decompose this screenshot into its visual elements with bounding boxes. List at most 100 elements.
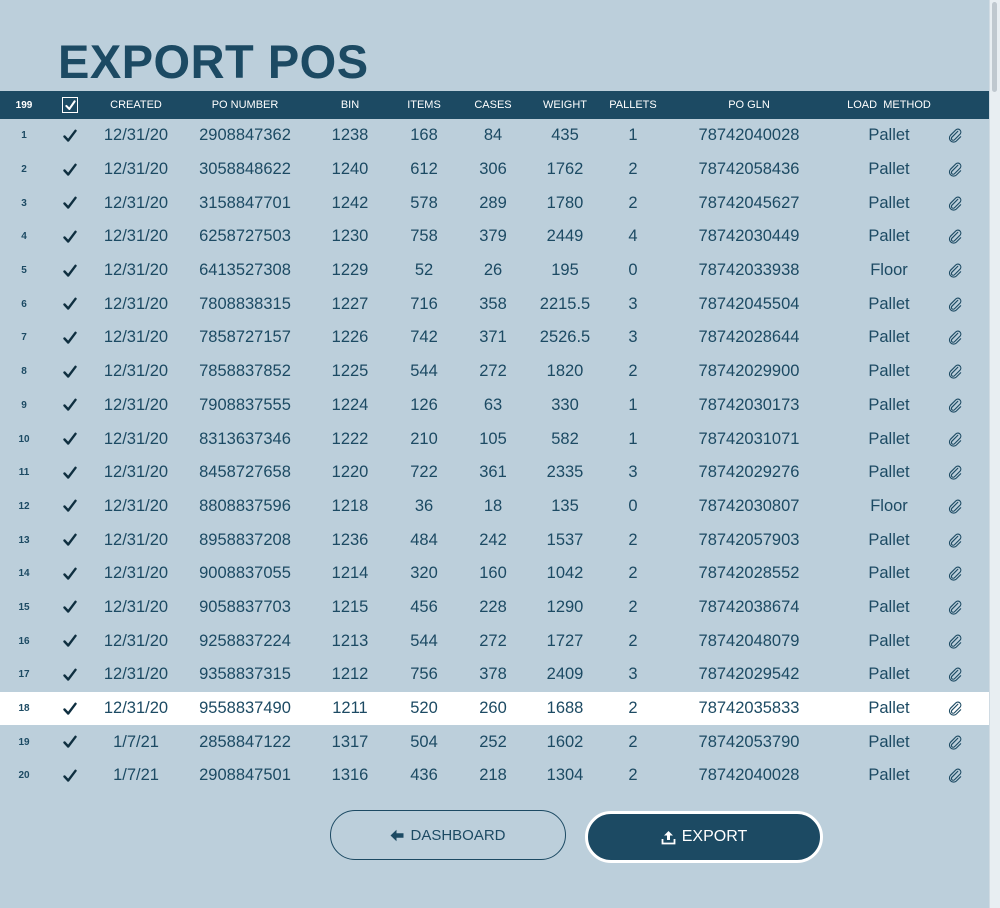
- table-row[interactable]: 6 12/31/20 7808838315 1227 716 358 2215.5 3 7874…: [0, 287, 990, 321]
- row-checkbox[interactable]: [48, 634, 92, 648]
- attachment-button[interactable]: [944, 162, 966, 177]
- cell-pallets: 0: [628, 496, 638, 515]
- column-header-pallets[interactable]: PALLETS: [602, 99, 664, 111]
- cell-weight: 1042: [546, 564, 584, 583]
- column-header-po-gln[interactable]: PO GLN: [664, 99, 834, 111]
- table-row[interactable]: 3 12/31/20 3158847701 1242 578 289 1780 2 787420…: [0, 186, 990, 220]
- cell-po-gln: 78742031071: [698, 429, 800, 448]
- paperclip-icon: [948, 600, 961, 615]
- row-checkbox[interactable]: [48, 769, 92, 783]
- row-checkbox[interactable]: [48, 499, 92, 513]
- row-checkbox[interactable]: [48, 668, 92, 682]
- row-checkbox[interactable]: [48, 702, 92, 716]
- table-row[interactable]: 20 1/7/21 2908847501 1316 436 218 1304 2 7874204…: [0, 759, 990, 793]
- table-row[interactable]: 14 12/31/20 9008837055 1214 320 160 1042 2 78742…: [0, 557, 990, 591]
- cell-bin: 1238: [331, 126, 369, 145]
- attachment-button[interactable]: [944, 229, 966, 245]
- table-row[interactable]: 1 12/31/20 2908847362 1238 168 84 435 1 78742040…: [0, 119, 990, 153]
- cell-cases: 289: [479, 193, 507, 212]
- attachment-button[interactable]: [944, 701, 966, 716]
- paperclip-icon: [948, 667, 961, 682]
- attachment-button[interactable]: [944, 432, 966, 447]
- attachment-button[interactable]: [944, 330, 966, 346]
- table-row[interactable]: 2 12/31/20 3058848622 1240 612 306 1762 2 787420…: [0, 153, 990, 187]
- row-checkbox[interactable]: [48, 533, 92, 547]
- row-checkbox[interactable]: [48, 466, 92, 480]
- attachment-button[interactable]: [944, 634, 966, 649]
- cell-row-number: 14: [18, 568, 30, 580]
- attachment-button[interactable]: [944, 600, 966, 615]
- column-header-load-method[interactable]: LOAD METHOD: [834, 99, 944, 111]
- row-checkbox[interactable]: [48, 297, 92, 311]
- attachment-button[interactable]: [944, 768, 966, 784]
- row-checkbox[interactable]: [48, 230, 92, 244]
- paperclip-icon: [948, 162, 961, 177]
- row-checkbox[interactable]: [48, 129, 92, 143]
- table-row[interactable]: 5 12/31/20 6413527308 1229 52 26 195 0 787420339…: [0, 254, 990, 288]
- column-header-bin[interactable]: BIN: [310, 99, 390, 111]
- attachment-button[interactable]: [944, 297, 966, 312]
- row-checkbox[interactable]: [48, 567, 92, 581]
- row-checkbox[interactable]: [48, 432, 92, 446]
- cell-po-number: 9358837315: [199, 665, 291, 684]
- export-button[interactable]: EXPORT: [585, 811, 823, 863]
- table-row[interactable]: 13 12/31/20 8958837208 1236 484 242 1537 2 78742…: [0, 523, 990, 557]
- dashboard-button[interactable]: DASHBOARD: [330, 810, 566, 860]
- attachment-button[interactable]: [944, 398, 966, 413]
- attachment-button[interactable]: [944, 364, 966, 379]
- column-header-po-number[interactable]: PO NUMBER: [180, 99, 310, 111]
- cell-load-method: Pallet: [868, 429, 910, 448]
- cell-created: 12/31/20: [103, 395, 169, 414]
- attachment-button[interactable]: [944, 566, 966, 581]
- cell-po-gln: 78742030173: [698, 395, 800, 414]
- checkmark-icon: [63, 331, 77, 344]
- row-checkbox[interactable]: [48, 735, 92, 749]
- column-header-weight[interactable]: WEIGHT: [528, 99, 602, 111]
- table-row[interactable]: 15 12/31/20 9058837703 1215 456 228 1290 2 78742…: [0, 591, 990, 625]
- checkmark-icon: [63, 735, 77, 748]
- attachment-button[interactable]: [944, 196, 966, 211]
- cell-weight: 2335: [546, 463, 584, 482]
- table-row[interactable]: 12 12/31/20 8808837596 1218 36 18 135 0 78742030…: [0, 490, 990, 524]
- cell-po-number: 9258837224: [199, 631, 291, 650]
- attachment-button[interactable]: [944, 263, 966, 278]
- table-row[interactable]: 17 12/31/20 9358837315 1212 756 378 2409 3 78742…: [0, 658, 990, 692]
- row-checkbox[interactable]: [48, 600, 92, 614]
- cell-bin: 1317: [331, 732, 369, 751]
- attachment-button[interactable]: [944, 499, 966, 514]
- attachment-button[interactable]: [944, 735, 966, 750]
- table-row[interactable]: 7 12/31/20 7858727157 1226 742 371 2526.5 3 7874…: [0, 321, 990, 355]
- attachment-button[interactable]: [944, 465, 966, 480]
- row-checkbox[interactable]: [48, 331, 92, 345]
- cell-items: 756: [410, 665, 438, 684]
- row-checkbox[interactable]: [48, 196, 92, 210]
- table-row[interactable]: 10 12/31/20 8313637346 1222 210 105 582 1 787420…: [0, 422, 990, 456]
- select-all-checkbox[interactable]: [48, 97, 92, 113]
- cell-po-number: 8958837208: [199, 530, 291, 549]
- table-row[interactable]: 9 12/31/20 7908837555 1224 126 63 330 1 78742030…: [0, 389, 990, 423]
- table-row[interactable]: 11 12/31/20 8458727658 1220 722 361 2335 3 78742…: [0, 456, 990, 490]
- row-checkbox[interactable]: [48, 398, 92, 412]
- row-checkbox[interactable]: [48, 163, 92, 177]
- attachment-button[interactable]: [944, 533, 966, 548]
- cell-cases: 371: [479, 328, 507, 347]
- row-checkbox[interactable]: [48, 264, 92, 278]
- po-table: 199 CREATED PO NUMBER BIN ITEMS CASES WE…: [0, 91, 990, 793]
- scrollbar-thumb[interactable]: [992, 2, 997, 92]
- column-header-created[interactable]: CREATED: [92, 99, 180, 111]
- column-header-items[interactable]: ITEMS: [390, 99, 458, 111]
- row-checkbox[interactable]: [48, 365, 92, 379]
- attachment-button[interactable]: [944, 128, 966, 143]
- cell-cases: 378: [479, 665, 507, 684]
- attachment-button[interactable]: [944, 667, 966, 682]
- table-row[interactable]: 19 1/7/21 2858847122 1317 504 252 1602 2 7874205…: [0, 725, 990, 759]
- table-row[interactable]: 16 12/31/20 9258837224 1213 544 272 1727 2 78742…: [0, 624, 990, 658]
- table-row[interactable]: 18 12/31/20 9558837490 1211 520 260 1688 2 78742…: [0, 691, 990, 726]
- cell-weight: 330: [551, 395, 579, 414]
- cell-load-method: Pallet: [868, 328, 910, 347]
- table-row[interactable]: 8 12/31/20 7858837852 1225 544 272 1820 2 787420…: [0, 355, 990, 389]
- vertical-scrollbar[interactable]: [989, 0, 1000, 908]
- cell-row-number: 8: [21, 366, 27, 378]
- column-header-cases[interactable]: CASES: [458, 99, 528, 111]
- table-row[interactable]: 4 12/31/20 6258727503 1230 758 379 2449 4 787420…: [0, 220, 990, 254]
